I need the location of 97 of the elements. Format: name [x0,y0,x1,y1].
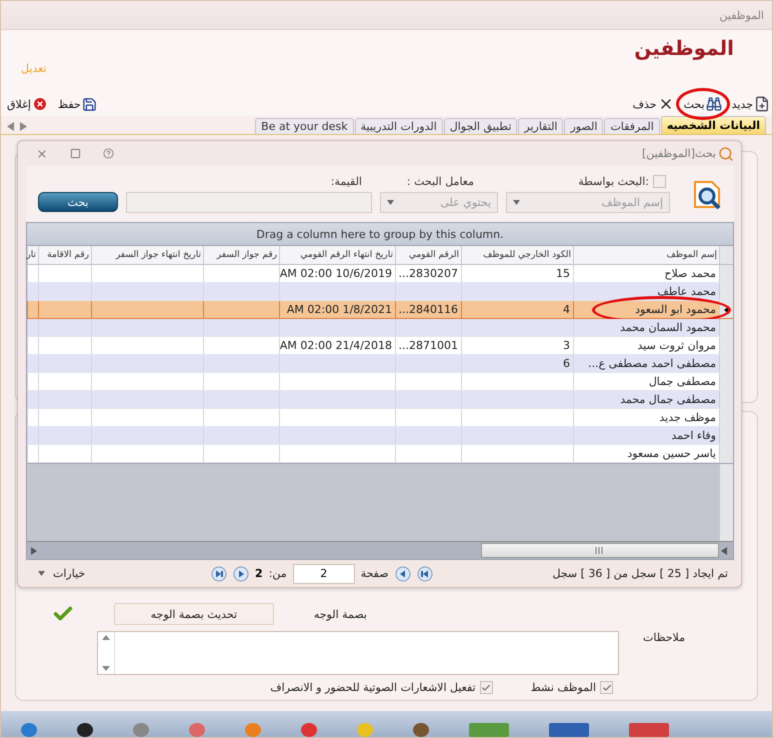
column-header[interactable]: تاريخ انتهاء جواز السفر [91,246,203,264]
of-label: من: [268,567,287,580]
search-by-checkbox[interactable] [653,175,666,188]
tab[interactable]: Be at your desk [255,118,354,134]
first-page-icon[interactable] [416,566,433,582]
dropdown-arrow-icon[interactable] [387,200,394,205]
options-button[interactable]: خيارات [32,566,92,581]
scroll-up-icon[interactable] [102,635,110,640]
value-field[interactable] [126,192,372,213]
new-button[interactable]: جديد [732,96,770,112]
window-title: الموظفين [720,8,764,22]
delete-button[interactable]: حذف [632,96,674,112]
table-cell: AM 02:00 21/4/2018 [279,337,395,354]
save-icon [82,96,97,112]
scroll-left-icon[interactable] [7,122,14,130]
column-header[interactable]: رقم جواز السفر [203,246,279,264]
face-print-label: بصمة الوجه [314,608,367,620]
table-cell: محمود ابو السعود [573,301,719,318]
table-cell: محمود السمان محمد [573,319,719,336]
binoculars-icon [706,96,722,112]
scroll-right-icon[interactable] [29,546,39,556]
table-cell: مصطفى جمال محمد [573,391,719,408]
column-header[interactable]: إسم الموظف [573,246,719,264]
search-button[interactable]: بحث [684,96,722,112]
close-button[interactable] [36,148,48,160]
page-title: الموظفين [634,36,734,60]
help-button[interactable] [103,148,114,159]
scroll-right-icon[interactable] [20,122,27,130]
column-header[interactable]: الرقم القومي [395,246,461,264]
table-cell: ...2840116 [395,301,461,318]
operator-label: معامل البحث : [406,175,474,188]
search-icon [718,146,734,162]
grid-row[interactable]: ياسر حسين مسعود [27,445,733,463]
restore-button[interactable] [70,148,81,159]
table-cell: 4 [461,301,573,318]
column-header[interactable]: الكود الخارجي للموظف [461,246,573,264]
value-label: القيمة: [330,175,362,188]
column-header[interactable]: تار [27,246,38,264]
update-face-print-button[interactable]: تحديث بصمة الوجه [114,603,274,625]
search-by-label: :البحث بواسطة [578,175,649,188]
page-label: صفحة [360,567,389,580]
search-button[interactable]: بحث [38,192,118,212]
table-cell: وفاء احمد [573,427,719,444]
tab[interactable]: المرفقات [604,118,660,134]
close-button[interactable]: إغلاق [7,96,48,112]
table-cell: AM 02:00 1/8/2021 [279,301,395,318]
row-pointer-icon [724,306,729,314]
table-cell: 6 [461,355,573,372]
checkbox[interactable] [480,681,493,694]
column-header[interactable]: تاريخ انتهاء الرقم القومي [279,246,395,264]
grid-row[interactable]: موظف جديد [27,409,733,427]
table-cell: محمد عاطف [573,283,719,300]
dropdown-arrow-icon[interactable] [513,200,520,205]
notes-label: ملاحظات [642,631,685,644]
table-cell: ...2871001 [395,337,461,354]
table-cell: مروان ثروت سيد [573,337,719,354]
table-cell: 15 [461,265,573,282]
tab[interactable]: التقارير [518,118,564,134]
table-cell: ...2830207 [395,265,461,282]
tab[interactable]: تطبيق الجوال [444,118,518,134]
taskbar-app-icon[interactable] [77,723,93,737]
previous-page-icon[interactable] [394,566,411,582]
table-cell: ياسر حسين مسعود [573,445,719,462]
grid-row[interactable]: مصطفى جمال محمد [27,391,733,409]
tab[interactable]: البيانات الشخصيه [660,116,766,134]
dialog-title: بحث[الموظفين] [642,147,716,160]
table-cell: موظف جديد [573,409,719,426]
last-page-icon[interactable] [211,566,228,582]
checkbox[interactable] [600,681,613,694]
next-page-icon[interactable] [233,566,250,582]
table-cell: مصطفى جمال [573,373,719,390]
total-pages: 2 [255,567,263,580]
close-icon [32,96,48,112]
table-cell: 3 [461,337,573,354]
checkbox-label: تفعيل الاشعارات الصوتية للحضور و الانصراف [270,681,476,694]
grid-row[interactable]: وفاء احمد [27,427,733,445]
table-cell: مصطفى احمد مصطفى ع... [573,355,719,372]
table-cell: محمد صلاح [573,265,719,282]
new-file-icon [754,96,770,112]
grid-row[interactable]: محمد عاطف [27,283,733,301]
grid-row[interactable]: محمود السمان محمد [27,319,733,337]
notes-field[interactable] [97,631,619,675]
save-button[interactable]: حفظ [58,96,97,112]
tab[interactable]: الصور [564,118,604,134]
grip-icon [595,547,605,554]
page-field[interactable]: 2 [292,564,355,584]
tab[interactable]: الدورات التدريبية [354,118,443,134]
mode-label: تعديل [21,62,47,75]
dropdown-arrow-icon[interactable] [38,571,45,576]
group-hint: Drag a column here to group by this column. [256,228,504,240]
record-count: تم ايجاد [ 25 ] سجل من [ 36 ] سجل [552,567,728,580]
table-cell: AM 02:00 10/6/2019 [279,265,395,282]
scrollbar-thumb[interactable] [481,543,719,558]
grid-row[interactable]: مصطفى جمال [27,373,733,391]
column-header[interactable]: رقم الاقامة [38,246,91,264]
checkbox-label: الموظف نشط [530,681,596,694]
scroll-down-icon[interactable] [102,666,110,671]
